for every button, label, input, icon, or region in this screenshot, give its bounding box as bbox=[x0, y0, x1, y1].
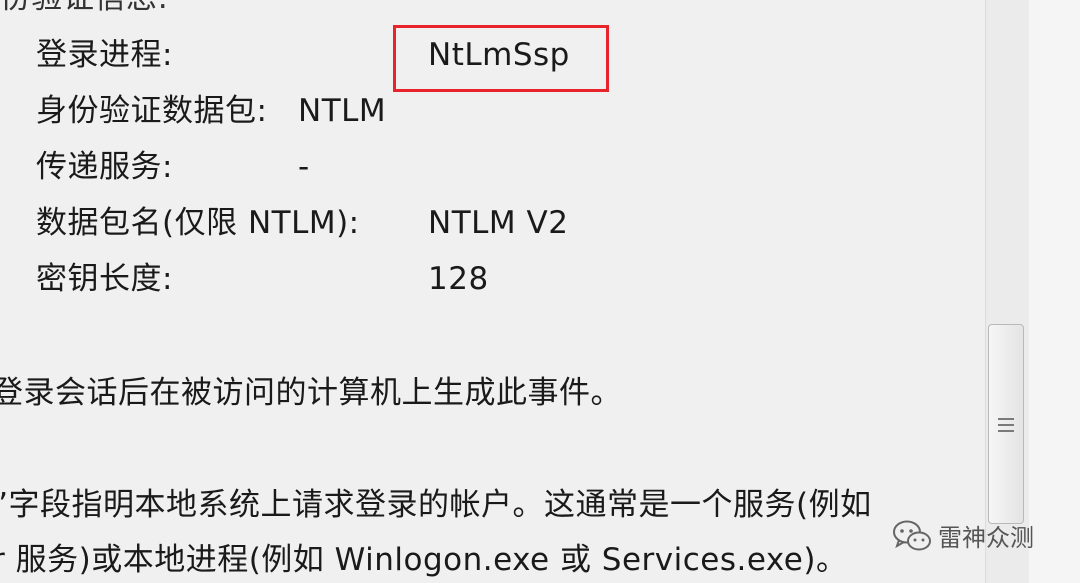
wechat-icon bbox=[892, 519, 932, 553]
watermark: 雷神众测 bbox=[892, 518, 1034, 553]
highlight-box bbox=[393, 25, 609, 92]
package-name-label: 数据包名(仅限 NTLM): bbox=[36, 205, 360, 241]
transited-services-value: - bbox=[298, 149, 310, 185]
transited-services-label: 传递服务: bbox=[36, 149, 173, 185]
auth-package-value: NTLM bbox=[298, 93, 387, 129]
logon-process-label: 登录进程: bbox=[36, 37, 173, 73]
scrollbar-thumb[interactable] bbox=[988, 324, 1024, 524]
key-length-label: 密钥长度: bbox=[36, 261, 173, 297]
auth-info-heading: 份验证信息: bbox=[0, 0, 168, 18]
right-margin bbox=[1029, 0, 1080, 583]
key-length-value: 128 bbox=[428, 261, 489, 297]
package-name-value: NTLM V2 bbox=[428, 205, 569, 241]
description-line-1: 登录会话后在被访问的计算机上生成此事件。 bbox=[0, 375, 622, 411]
grip-icon bbox=[998, 418, 1014, 436]
description-line-3: r 服务)或本地进程(例如 Winlogon.exe 或 Services.ex… bbox=[0, 542, 848, 578]
watermark-text: 雷神众测 bbox=[938, 524, 1034, 552]
description-line-2: ”字段指明本地系统上请求登录的帐户。这通常是一个服务(例如 bbox=[0, 487, 872, 523]
event-details-panel: 份验证信息: 登录进程: NtLmSsp 身份验证数据包: NTLM 传递服务:… bbox=[0, 0, 985, 583]
auth-package-label: 身份验证数据包: bbox=[36, 93, 268, 129]
